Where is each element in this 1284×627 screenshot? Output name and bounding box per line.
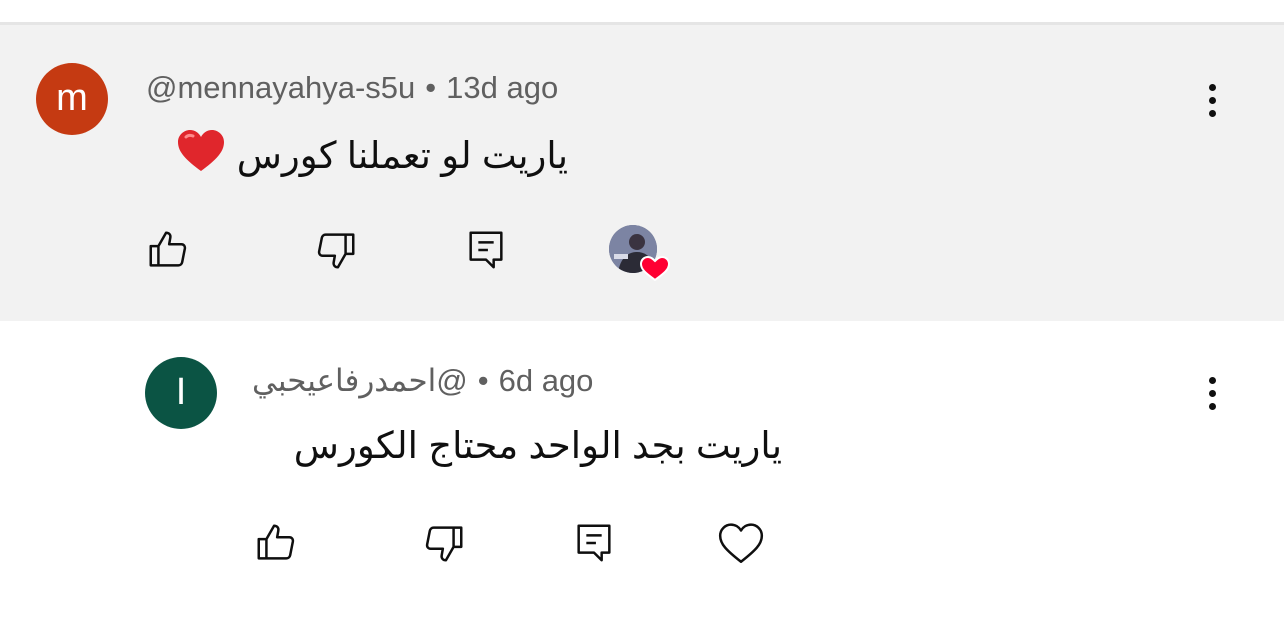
avatar[interactable]: m xyxy=(36,63,108,135)
heart-button[interactable] xyxy=(713,515,769,571)
avatar[interactable]: I xyxy=(145,357,217,429)
like-icon xyxy=(149,231,187,267)
dislike-icon xyxy=(425,526,463,562)
creator-heart-icon xyxy=(604,220,676,284)
reply-icon xyxy=(577,524,611,562)
reply-icon xyxy=(469,231,503,269)
author-handle[interactable]: @mennayahya-s5u xyxy=(146,70,415,105)
comment-body: ياريت لو تعملنا كورس xyxy=(176,128,568,187)
reply-item: I @احمدرفاعيحبي • 6d ago ياريت بجد الواحد … xyxy=(0,321,1284,627)
red-heart-emoji-icon xyxy=(176,128,226,187)
more-options-icon[interactable] xyxy=(1192,363,1232,423)
comment-text: ياريت بجد الواحد محتاج الكورس xyxy=(293,425,782,466)
reply-button[interactable] xyxy=(566,515,622,571)
comment-meta: @احمدرفاعيحبي • 6d ago xyxy=(252,361,593,401)
dislike-button[interactable] xyxy=(416,515,472,571)
comment-timestamp: 6d ago xyxy=(498,363,594,398)
like-button[interactable] xyxy=(248,515,304,571)
meta-separator: • xyxy=(477,363,489,398)
meta-separator: • xyxy=(425,70,437,105)
comment-body: ياريت بجد الواحد محتاج الكورس xyxy=(294,421,782,471)
comment-text: ياريت لو تعملنا كورس xyxy=(236,135,568,176)
comment-item: m @mennayahya-s5u • 13d ago ياريت لو تعملن… xyxy=(0,25,1284,321)
comment-meta: @mennayahya-s5u • 13d ago xyxy=(146,68,558,108)
more-options-icon[interactable] xyxy=(1192,70,1232,130)
heart-outline-icon xyxy=(718,523,764,563)
like-icon xyxy=(257,524,295,560)
dislike-button[interactable] xyxy=(308,222,364,278)
comment-timestamp: 13d ago xyxy=(446,70,559,105)
comments-page: m @mennayahya-s5u • 13d ago ياريت لو تعملن… xyxy=(0,0,1284,627)
dislike-icon xyxy=(317,233,355,269)
reply-button[interactable] xyxy=(458,222,514,278)
like-button[interactable] xyxy=(140,222,196,278)
author-handle[interactable]: @احمدرفاعيحبي xyxy=(252,363,468,398)
